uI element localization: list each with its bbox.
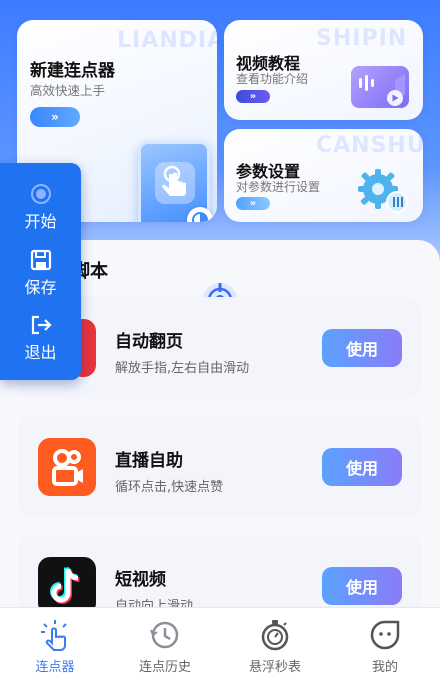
- new-clicker-subtitle: 高效快速上手: [30, 83, 106, 98]
- start-label: 开始: [24, 212, 57, 231]
- exit-button[interactable]: 退出: [0, 313, 81, 363]
- bottom-navigation: 连点器 连点历史 悬浮秒表 我的: [0, 607, 440, 675]
- video-tutorial-go-button[interactable]: »: [236, 90, 270, 103]
- nav-label: 连点器: [35, 660, 75, 675]
- start-button[interactable]: 开始: [0, 182, 81, 232]
- nav-item-history[interactable]: 连点历史: [110, 608, 220, 675]
- settings-subtitle: 对参数进行设置: [236, 180, 321, 194]
- tap-hand-icon: [41, 620, 67, 651]
- history-icon: [150, 621, 179, 649]
- card-watermark: SHIPIN: [316, 26, 408, 51]
- script-description: 解放手指,左右自由滑动: [115, 361, 250, 376]
- tap-hand-icon: [155, 162, 195, 204]
- nav-item-stopwatch[interactable]: 悬浮秒表: [220, 608, 330, 675]
- new-clicker-go-button[interactable]: »: [30, 107, 80, 127]
- nav-label: 悬浮秒表: [248, 660, 301, 675]
- script-name: 自动翻页: [115, 332, 183, 352]
- nav-label: 我的: [371, 660, 398, 675]
- exit-icon: [31, 315, 52, 335]
- nav-label: 连点历史: [138, 660, 191, 675]
- contrast-toggle-icon: [187, 207, 213, 222]
- use-button[interactable]: 使用: [322, 567, 402, 605]
- use-button[interactable]: 使用: [322, 448, 402, 486]
- video-tutorial-card[interactable]: SHIPIN 视频教程 查看功能介绍 »: [224, 20, 423, 120]
- floating-control-panel: 开始 保存 退出: [0, 163, 81, 380]
- save-disk-icon: [30, 249, 51, 271]
- nav-item-profile[interactable]: 我的: [330, 608, 440, 675]
- nav-item-clicker[interactable]: 连点器: [0, 608, 110, 675]
- use-button[interactable]: 使用: [322, 329, 402, 367]
- gear-icon: [354, 165, 410, 215]
- kuaishou-icon: [38, 438, 96, 496]
- save-label: 保存: [24, 278, 57, 297]
- record-dot-icon: [30, 184, 51, 204]
- save-button[interactable]: 保存: [0, 248, 81, 298]
- settings-go-button[interactable]: »: [236, 197, 270, 210]
- script-name: 直播自助: [115, 451, 183, 471]
- exit-label: 退出: [24, 343, 57, 362]
- script-description: 循环点击,快速点赞: [115, 480, 224, 495]
- new-clicker-title: 新建连点器: [30, 61, 115, 81]
- card-watermark: LIANDIAN: [117, 28, 217, 53]
- settings-card[interactable]: CANSHU 参数设置 对参数进行设置 »: [224, 129, 423, 222]
- profile-face-icon: [370, 620, 400, 650]
- stopwatch-icon: [261, 620, 289, 651]
- video-camera-icon: [351, 66, 409, 108]
- script-name: 短视频: [115, 570, 166, 590]
- video-tutorial-subtitle: 查看功能介绍: [236, 72, 309, 86]
- card-watermark: CANSHU: [316, 133, 423, 158]
- script-item-live-assist[interactable]: 直播自助 循环点击,快速点赞 使用: [18, 416, 422, 518]
